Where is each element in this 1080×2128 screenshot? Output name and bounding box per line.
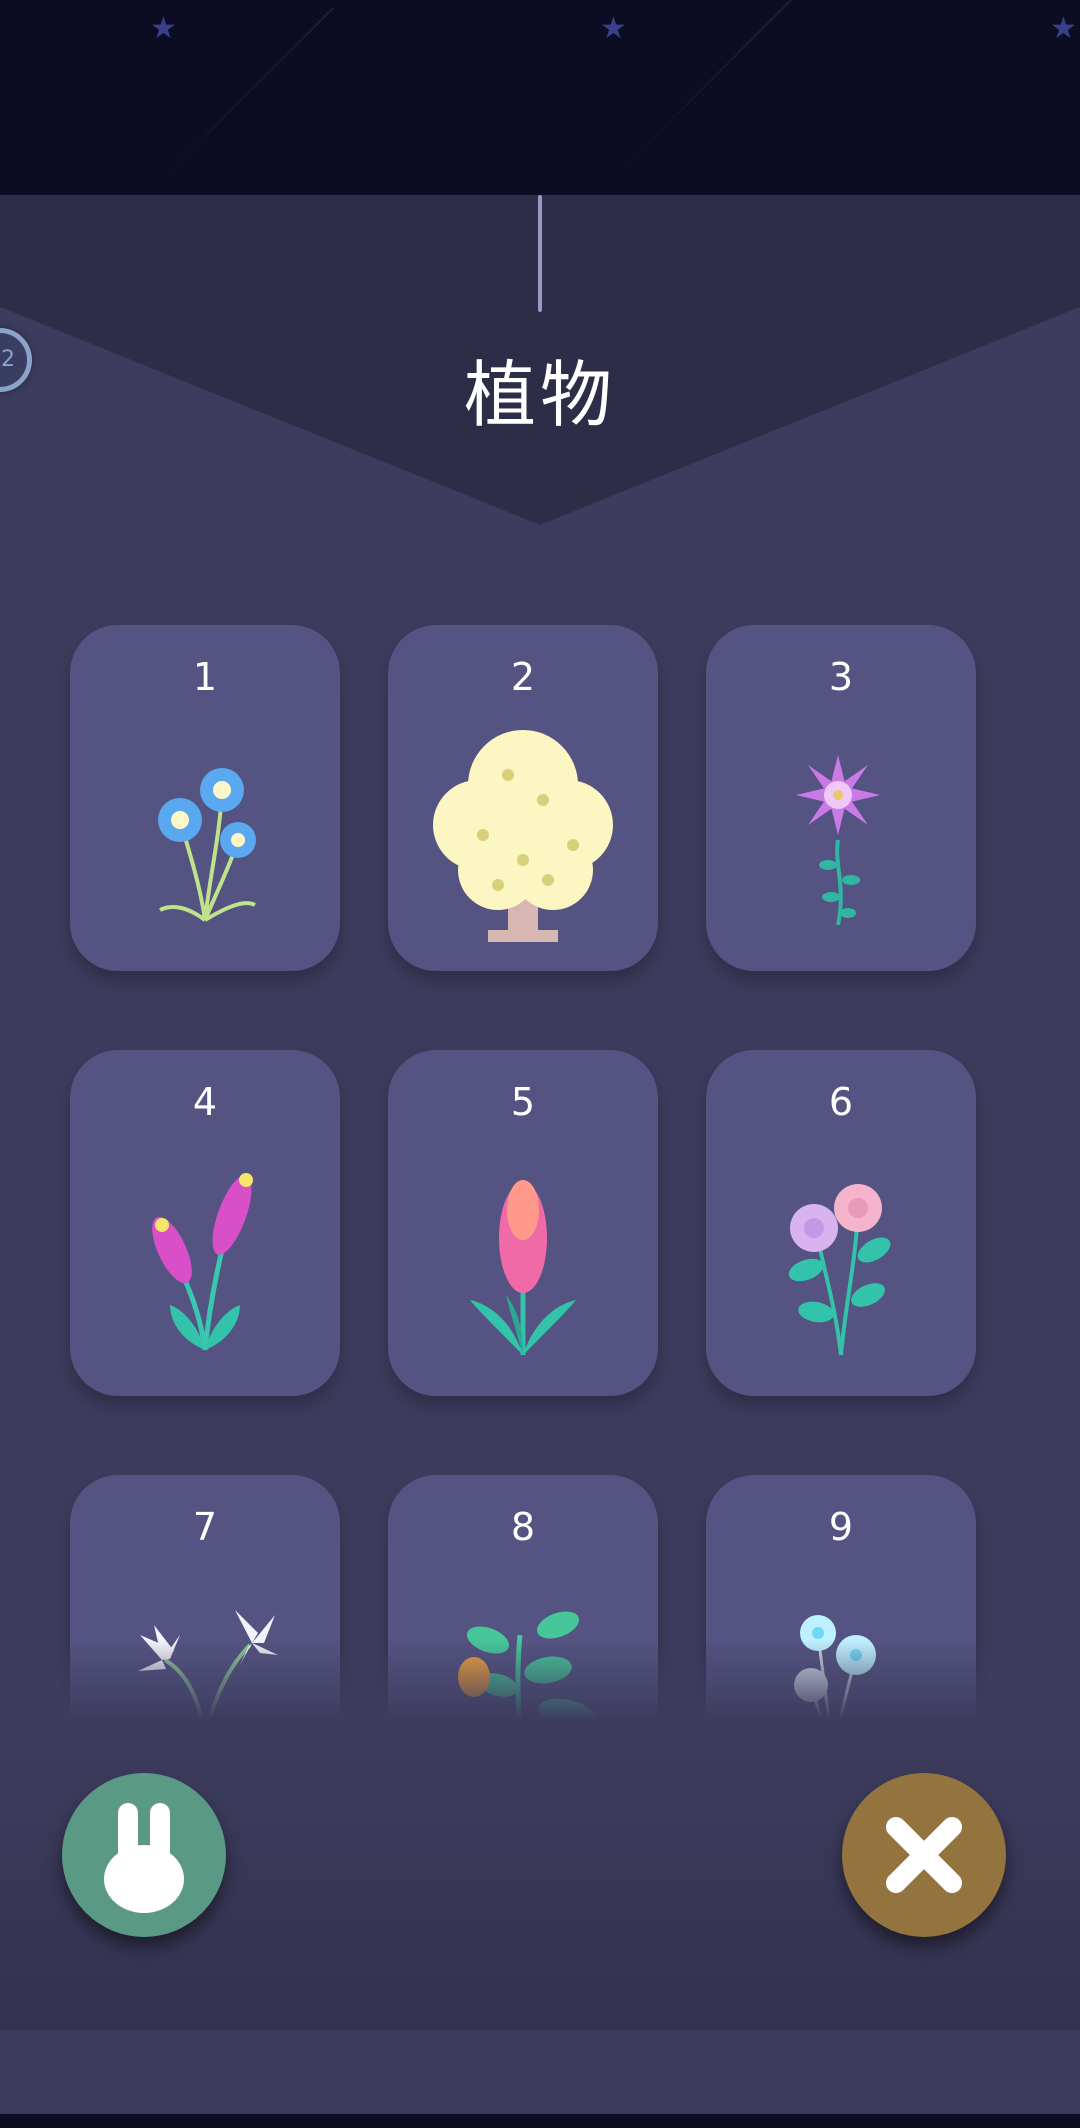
forget-me-not-icon <box>158 768 256 922</box>
hyacinth-icon <box>470 1180 576 1355</box>
scroll-fade <box>0 1640 1080 1720</box>
bottom-strip <box>0 2030 1080 2114</box>
glowing-tree-icon <box>433 730 613 942</box>
plant-card-6[interactable]: 6 <box>706 1050 976 1396</box>
close-icon <box>886 1817 962 1893</box>
passion-flower-icon <box>796 755 880 926</box>
plant-card-3[interactable]: 3 <box>706 625 976 971</box>
lavender-icon <box>152 1173 253 1351</box>
rose-icon <box>788 1184 891 1356</box>
screen-bottom-edge <box>0 2114 1080 2128</box>
rabbit-button[interactable] <box>62 1773 226 1937</box>
close-button[interactable] <box>842 1773 1006 1937</box>
plant-card-4[interactable]: 4 <box>70 1050 340 1396</box>
plant-card-1[interactable]: 1 <box>70 625 340 971</box>
rabbit-icon <box>104 1803 184 1913</box>
plant-card-2[interactable]: 2 <box>388 625 658 971</box>
plant-card-5[interactable]: 5 <box>388 1050 658 1396</box>
